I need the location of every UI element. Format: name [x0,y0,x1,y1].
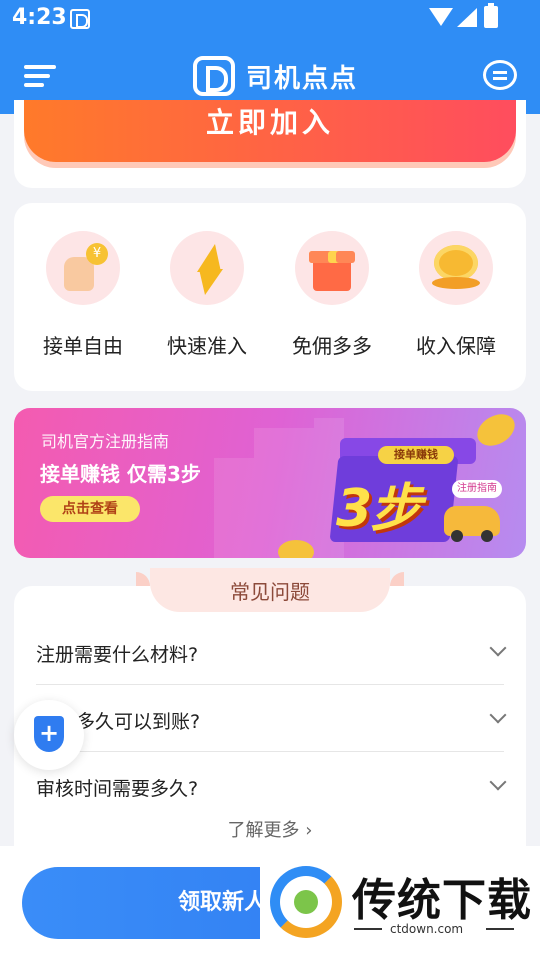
feature-item-fast-access[interactable]: 快速准入 [145,231,269,359]
shield-plus-icon [34,716,64,752]
coin-icon [471,408,521,453]
banner-subtitle: 司机官方注册指南 [41,432,170,451]
faq-card: 注册需要什么材料? 多久可以到账? 审核时间需要多久? 了解更多 › [14,586,526,886]
banner-graphic-guide: 注册指南 [452,480,502,498]
feature-item-income-guarantee[interactable]: 收入保障 [394,231,518,359]
shield-fab-button[interactable] [14,700,84,770]
feature-label: 免佣多多 [292,334,372,358]
faq-title: 常见问题 [136,568,404,612]
battery-charging-icon [484,3,498,28]
coin-stack-icon [419,231,493,305]
watermark: 传统下载 ctdown.com [260,860,540,940]
join-card: 立即加入 [14,100,526,188]
signal-icon [457,8,477,27]
menu-icon[interactable] [24,65,56,89]
banner-view-button[interactable]: 点击查看 [40,496,140,522]
faq-item[interactable]: 多久可以到账? [36,685,507,752]
faq-question: 审核时间需要多久? [36,778,199,800]
page-title: 司机点点 [246,64,359,94]
registration-guide-banner[interactable]: 司机官方注册指南 接单赚钱 仅需3步 点击查看 接单赚钱 3步 注册指南 [14,408,526,558]
faq-question: 注册需要什么材料? [36,644,199,666]
wifi-icon [429,8,453,26]
app-logo-icon [193,56,235,96]
car-icon [444,506,500,542]
feature-label: 快速准入 [167,334,247,358]
app-notification-icon [70,9,90,29]
chevron-down-icon [489,706,507,724]
watermark-url: ctdown.com [390,922,464,936]
message-icon[interactable] [483,60,517,90]
watermark-text: 传统下载 [352,875,532,926]
faq-item[interactable]: 注册需要什么材料? [36,618,507,685]
lightning-icon [170,231,244,305]
gift-box-icon [295,231,369,305]
faq-question: 多久可以到账? [76,711,201,733]
banner-headline: 接单赚钱 仅需3步 [40,462,201,486]
watermark-logo-icon [270,866,342,938]
banner-graphic-steps: 3步 [336,479,422,539]
coin-icon [278,540,314,558]
join-now-button[interactable]: 立即加入 [24,100,516,162]
feature-label: 收入保障 [416,334,496,358]
learn-more-link[interactable]: 了解更多 › [14,816,526,842]
feature-item-commission-free[interactable]: 免佣多多 [270,231,394,359]
banner-graphic-tag: 接单赚钱 [378,446,454,464]
hand-coin-icon [46,231,120,305]
status-bar: 4:23 [0,0,540,38]
chevron-down-icon [489,773,507,791]
faq-item[interactable]: 审核时间需要多久? [36,752,507,819]
status-time: 4:23 [12,5,67,30]
chevron-down-icon [489,639,507,657]
feature-item-free-orders[interactable]: 接单自由 [21,231,145,359]
feature-label: 接单自由 [43,334,123,358]
features-card: 接单自由 快速准入 免佣多多 收入保障 [14,203,526,391]
